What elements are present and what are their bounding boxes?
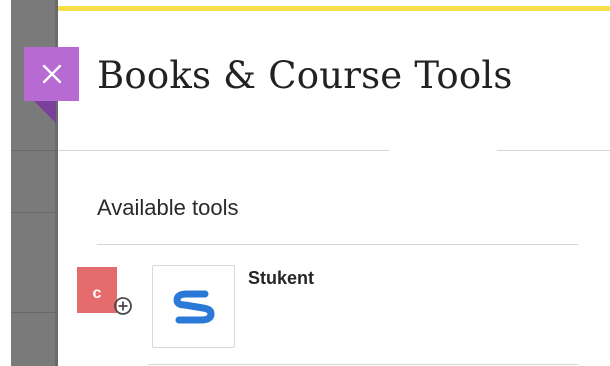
tool-row-divider (148, 364, 578, 365)
strip-divider (11, 312, 58, 313)
strip-divider (11, 150, 58, 151)
section-divider (97, 244, 578, 245)
panel-accent-bar (58, 6, 610, 11)
header-divider-right (497, 150, 610, 151)
stukent-logo-icon (173, 290, 215, 324)
status-badge: c (77, 267, 117, 313)
close-tab-fold (34, 101, 56, 123)
tool-tile-stukent[interactable] (152, 265, 235, 348)
page-title: Books & Course Tools (97, 54, 513, 97)
add-tool-button[interactable] (113, 296, 133, 316)
header-divider-left (58, 150, 389, 151)
plus-circle-icon (114, 297, 132, 315)
background-edge (0, 0, 11, 366)
close-icon (42, 64, 62, 84)
tool-name-stukent[interactable]: Stukent (248, 268, 314, 289)
strip-divider (11, 212, 58, 213)
section-heading-available-tools: Available tools (97, 195, 239, 220)
close-panel-button[interactable] (24, 47, 79, 101)
